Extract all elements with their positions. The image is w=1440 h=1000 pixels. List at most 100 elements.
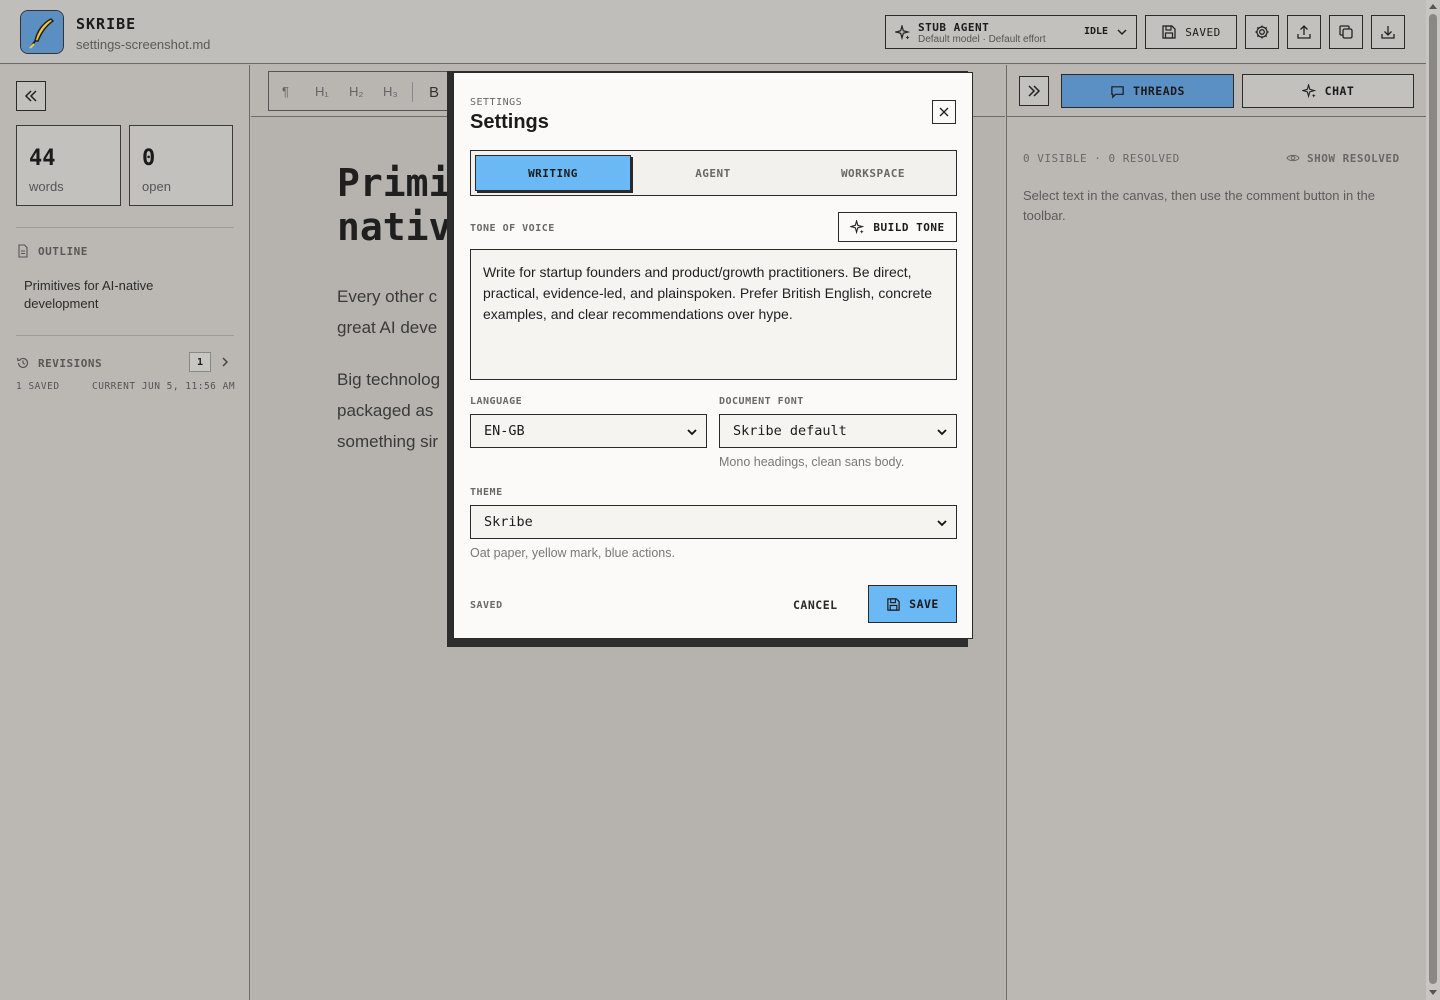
show-resolved-toggle[interactable]: SHOW RESOLVED [1286,151,1400,165]
sparkle-icon [895,25,911,41]
upload-button[interactable] [1287,15,1321,49]
download-button[interactable] [1371,15,1405,49]
save-icon [1162,25,1176,39]
outline-heading-label: OUTLINE [38,244,88,258]
app-header: SKRIBE settings-screenshot.md STUB AGENT… [0,0,1426,64]
eye-icon [1286,154,1300,162]
settings-tabs: WRITING AGENT WORKSPACE [470,150,957,196]
h3-button[interactable]: H₃ [383,84,398,99]
theme-help: Oat paper, yellow mark, blue actions. [470,546,675,560]
expand-panel-button[interactable] [1019,76,1049,106]
tab-chat[interactable]: CHAT [1242,74,1414,108]
dialog-title: Settings [470,111,549,133]
revisions-heading[interactable]: REVISIONS [16,356,102,370]
upload-icon [1297,25,1311,39]
page-scrollbar[interactable] [1426,0,1440,1000]
save-icon [887,597,900,611]
chevron-down-icon [1117,29,1127,36]
tab-threads[interactable]: THREADS [1061,74,1234,108]
settings-button[interactable] [1245,15,1279,49]
agent-subtitle: Default model · Default effort [918,34,1046,45]
word-count-card: 44 words [16,125,121,206]
show-resolved-label: SHOW RESOLVED [1307,151,1400,165]
tone-label: TONE OF VOICE [470,223,555,234]
tab-threads-label: THREADS [1133,84,1185,98]
tab-chat-label: CHAT [1324,84,1355,98]
collapse-left-icon [24,90,37,102]
sparkle-icon [850,219,865,234]
scroll-down-arrow[interactable] [1429,990,1437,995]
sparkle-icon [1301,83,1316,98]
language-label: LANGUAGE [470,396,523,407]
paragraph-button[interactable]: ¶ [282,84,289,99]
agent-name: STUB AGENT [918,21,990,34]
feather-logo-icon [20,10,64,54]
chat-bubble-icon [1111,85,1124,99]
close-icon [939,107,949,117]
word-count-label: words [29,179,64,194]
save-button[interactable]: SAVE [868,585,957,623]
download-icon [1381,26,1395,39]
build-tone-button[interactable]: BUILD TONE [838,212,957,242]
left-sidebar: 44 words 0 open OUTLINE Primitives for A… [0,65,250,1000]
threads-hint: Select text in the canvas, then use the … [1023,188,1375,223]
collapse-sidebar-button[interactable] [16,81,46,111]
bold-button[interactable]: B [429,84,439,101]
chevron-down-icon [687,429,697,436]
dialog-kicker: SETTINGS [470,97,523,108]
theme-label: THEME [470,487,503,498]
chevron-right-icon[interactable] [219,356,231,368]
app-title: SKRIBE [76,15,137,33]
language-select-value: EN-GB [484,423,525,439]
tab-writing[interactable]: WRITING [475,155,631,191]
theme-select[interactable]: Skribe [470,505,957,539]
agent-status: IDLE [1084,26,1109,37]
revisions-current: CURRENT JUN 5, 11:56 AM [92,381,236,392]
h1-button[interactable]: H₁ [315,84,329,99]
document-font-label: DOCUMENT FONT [719,396,804,407]
divider [16,227,234,228]
copy-button[interactable] [1329,15,1363,49]
scroll-up-arrow[interactable] [1429,4,1437,9]
cancel-button[interactable]: CANCEL [793,598,838,612]
tab-workspace[interactable]: WORKSPACE [795,155,951,191]
open-count-card: 0 open [129,125,233,206]
document-font-select-value: Skribe default [733,423,847,439]
revisions-saved: 1 SAVED [16,381,60,392]
gear-icon [1255,25,1269,39]
settings-dialog: SETTINGS Settings WRITING AGENT WORKSPAC… [453,72,973,639]
tone-of-voice-textarea[interactable]: Write for startup founders and product/g… [470,249,957,380]
language-select[interactable]: EN-GB [470,414,707,448]
outline-heading: OUTLINE [16,244,88,258]
history-icon [16,357,29,369]
document-title-line: Primi [337,161,452,205]
toolbar-divider [412,82,413,102]
document-filename: settings-screenshot.md [76,37,211,52]
document-title[interactable]: Primi nativ [337,161,451,249]
outline-item[interactable]: Primitives for AI-native development [24,277,204,313]
document-title-line: nativ [337,205,452,249]
dialog-save-status: SAVED [470,600,503,611]
divider [16,335,234,336]
chevron-down-icon [937,429,947,436]
build-tone-label: BUILD TONE [873,220,945,234]
saved-label: SAVED [1185,25,1221,39]
document-icon [18,244,28,258]
document-font-help: Mono headings, clean sans body. [719,455,905,469]
threads-meta: 0 VISIBLE · 0 RESOLVED [1023,152,1180,165]
save-label: SAVE [909,597,939,611]
close-button[interactable] [932,100,956,124]
h2-button[interactable]: H₂ [349,84,363,99]
copy-icon [1339,25,1353,39]
saved-button[interactable]: SAVED [1145,15,1237,49]
revisions-count-badge: 1 [189,352,211,372]
tab-agent[interactable]: AGENT [635,155,791,191]
scrollbar-thumb[interactable] [1429,14,1437,984]
open-count: 0 [142,146,156,171]
open-count-label: open [142,179,171,194]
agent-selector[interactable]: STUB AGENT Default model · Default effor… [885,15,1137,49]
word-count: 44 [29,146,56,171]
theme-select-value: Skribe [484,514,533,530]
document-font-select[interactable]: Skribe default [719,414,957,448]
revisions-heading-label: REVISIONS [38,356,103,370]
